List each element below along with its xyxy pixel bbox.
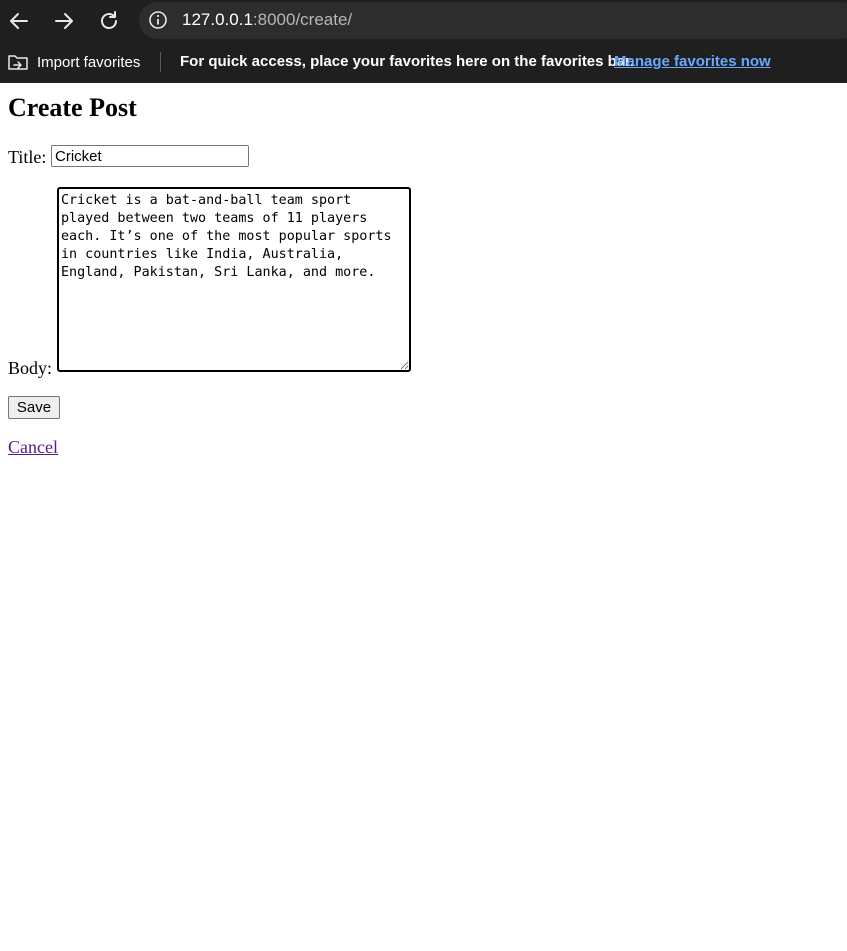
url-text: 127.0.0.1:8000/create/ xyxy=(182,10,352,30)
title-input[interactable] xyxy=(51,145,249,167)
arrow-left-icon xyxy=(8,10,30,32)
reload-icon xyxy=(98,10,120,32)
page-title: Create Post xyxy=(8,93,137,122)
reload-button[interactable] xyxy=(94,6,124,36)
import-favorites-label: Import favorites xyxy=(37,53,141,71)
url-path: :8000/create/ xyxy=(252,10,353,29)
favorites-divider xyxy=(160,52,161,72)
save-button[interactable]: Save xyxy=(8,396,60,419)
body-textarea[interactable]: Cricket is a bat-and-ball team sport pla… xyxy=(57,187,411,372)
browser-toolbar: 127.0.0.1:8000/create/ xyxy=(0,0,847,42)
address-bar[interactable]: 127.0.0.1:8000/create/ xyxy=(139,2,847,39)
info-icon[interactable] xyxy=(148,10,168,30)
url-host: 127.0.0.1 xyxy=(182,10,253,29)
forward-button[interactable] xyxy=(49,6,79,36)
import-favorites-icon xyxy=(7,51,29,73)
favorites-message: For quick access, place your favorites h… xyxy=(180,53,635,70)
import-favorites-button[interactable]: Import favorites xyxy=(7,50,140,74)
page-content: Create Post Title: Body: Cricket is a ba… xyxy=(0,83,847,951)
title-label: Title: xyxy=(8,147,47,167)
arrow-right-icon xyxy=(53,10,75,32)
back-button[interactable] xyxy=(4,6,34,36)
manage-favorites-link[interactable]: Manage favorites now xyxy=(614,53,771,70)
favorites-bar: Import favorites For quick access, place… xyxy=(0,42,847,83)
body-label: Body: xyxy=(8,358,53,378)
cancel-link[interactable]: Cancel xyxy=(8,437,58,458)
